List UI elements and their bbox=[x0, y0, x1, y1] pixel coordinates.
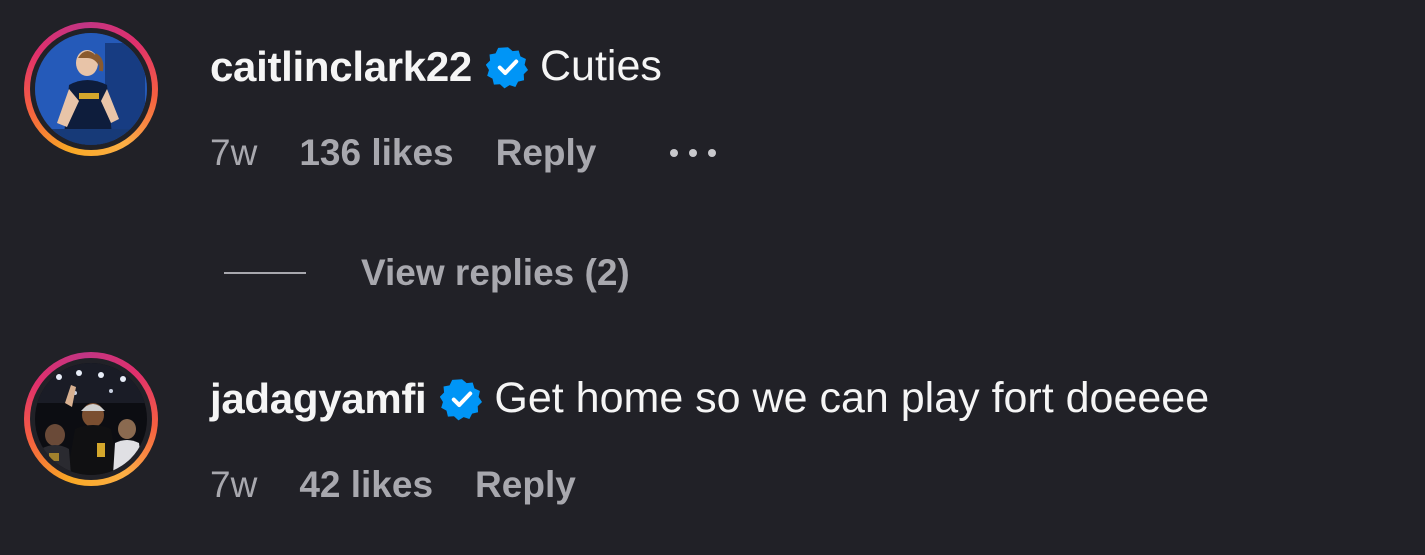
likes-count-button[interactable]: 136 likes bbox=[299, 132, 453, 174]
profile-photo-icon bbox=[35, 363, 147, 475]
dot bbox=[689, 149, 698, 157]
more-options-icon[interactable] bbox=[670, 149, 717, 157]
comment-meta: 7w 136 likes Reply bbox=[210, 132, 717, 174]
avatar-photo bbox=[35, 363, 147, 475]
reply-button[interactable]: Reply bbox=[496, 132, 597, 174]
view-replies-button[interactable]: View replies (2) bbox=[224, 252, 630, 294]
avatar-border bbox=[30, 358, 152, 480]
replies-divider-line bbox=[224, 272, 306, 274]
dot bbox=[670, 149, 679, 157]
avatar[interactable] bbox=[24, 352, 158, 486]
reply-button[interactable]: Reply bbox=[475, 464, 576, 506]
avatar[interactable] bbox=[24, 22, 158, 156]
comment-meta: 7w 42 likes Reply bbox=[210, 464, 576, 506]
comment-text: Get home so we can play fort doeeee bbox=[494, 374, 1210, 422]
avatar-photo bbox=[35, 33, 147, 145]
username-link[interactable]: caitlinclark22 bbox=[210, 43, 472, 91]
username-link[interactable]: jadagyamfi bbox=[210, 375, 427, 423]
comment-header: caitlinclark22 Cuties bbox=[210, 42, 662, 91]
dot bbox=[708, 149, 717, 157]
comment-header: jadagyamfi Get home so we can play fort … bbox=[210, 374, 1209, 423]
timestamp[interactable]: 7w bbox=[210, 464, 257, 506]
timestamp[interactable]: 7w bbox=[210, 132, 257, 174]
likes-count-button[interactable]: 42 likes bbox=[299, 464, 433, 506]
avatar-border bbox=[30, 28, 152, 150]
view-replies-label: View replies (2) bbox=[361, 252, 630, 293]
profile-photo-icon bbox=[35, 33, 147, 145]
verified-badge-icon bbox=[485, 46, 529, 88]
comment-text: Cuties bbox=[539, 42, 662, 90]
verified-badge-icon bbox=[440, 378, 483, 420]
